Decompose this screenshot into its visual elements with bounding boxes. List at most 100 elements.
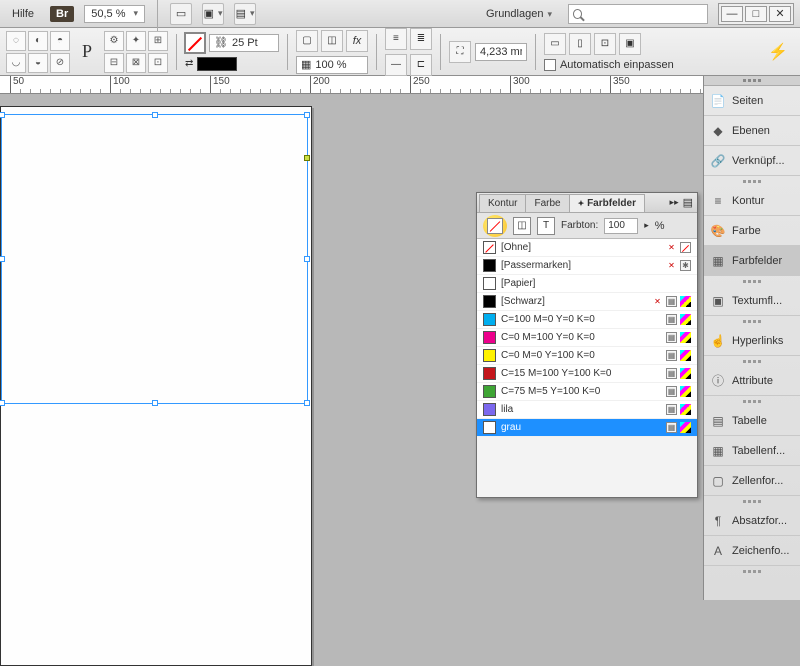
panel-button-kontur[interactable]: ≡Kontur — [704, 186, 800, 216]
swatch-name: [Passermarken] — [501, 260, 661, 271]
search-input[interactable] — [586, 8, 703, 20]
view-options-button[interactable]: ▭ — [170, 3, 192, 25]
opacity-field[interactable]: ▦ — [296, 56, 368, 74]
handle[interactable] — [304, 256, 310, 262]
swatch-row[interactable]: C=0 M=0 Y=100 K=0▦ — [477, 347, 697, 365]
panel-button-tabellenf[interactable]: ▦Tabellenf... — [704, 436, 800, 466]
help-menu[interactable]: Hilfe — [6, 6, 40, 22]
tool-icon[interactable]: ⊘ — [50, 53, 70, 73]
crop-button[interactable]: ⛶ — [449, 41, 471, 63]
tool-icon[interactable]: ◒ — [28, 53, 48, 73]
tool-icon[interactable]: ◡ — [6, 53, 26, 73]
handle[interactable] — [0, 256, 5, 262]
dimension-field[interactable] — [475, 43, 527, 61]
reference-point[interactable] — [304, 155, 310, 161]
wrap-button[interactable]: — — [385, 54, 407, 76]
tool-icon[interactable]: ✦ — [126, 31, 146, 51]
paragraph-icon[interactable]: P — [82, 41, 92, 62]
tool-icon[interactable]: ◐ — [28, 31, 48, 51]
swatch-row[interactable]: C=0 M=100 Y=0 K=0▦ — [477, 329, 697, 347]
fill-swatch[interactable] — [197, 57, 237, 71]
swatch-row[interactable]: C=75 M=5 Y=100 K=0▦ — [477, 383, 697, 401]
align-button[interactable]: ≡ — [385, 28, 407, 50]
tab-farbe[interactable]: Farbe — [525, 194, 569, 212]
swatch-row[interactable]: C=15 M=100 Y=100 K=0▦ — [477, 365, 697, 383]
maximize-button[interactable]: □ — [745, 6, 767, 22]
handle[interactable] — [304, 400, 310, 406]
handle[interactable] — [152, 400, 158, 406]
swatch-row[interactable]: [Ohne]✕ — [477, 239, 697, 257]
effect-button[interactable]: ◫ — [321, 30, 343, 52]
panel-button-ebenen[interactable]: ◆Ebenen — [704, 116, 800, 146]
align-button[interactable]: ≣ — [410, 28, 432, 50]
handle[interactable] — [304, 112, 310, 118]
workspace-switcher[interactable]: Grundlagen — [480, 6, 558, 22]
panel-button-zellenfor[interactable]: ▢Zellenfor... — [704, 466, 800, 496]
fit-button[interactable]: ▭ — [544, 33, 566, 55]
fit-button[interactable]: ⊡ — [594, 33, 616, 55]
tool-icon[interactable]: ⚙ — [104, 31, 124, 51]
fit-button[interactable]: ▯ — [569, 33, 591, 55]
fill-toggle[interactable]: ◫ — [513, 217, 531, 235]
fit-button[interactable]: ▣ — [619, 33, 641, 55]
tint-value[interactable]: 100 — [604, 218, 638, 234]
quick-apply-icon[interactable]: ⚡ — [768, 42, 788, 62]
swatch-name: C=75 M=5 Y=100 K=0 — [501, 386, 661, 397]
dimension-input[interactable] — [480, 46, 522, 58]
swatch-row[interactable]: [Schwarz]✕▦ — [477, 293, 697, 311]
tool-icon[interactable]: ◓ — [50, 31, 70, 51]
handle[interactable] — [152, 112, 158, 118]
opacity-input[interactable] — [315, 59, 357, 71]
handle[interactable] — [0, 400, 5, 406]
fx-button[interactable]: fx — [346, 30, 368, 52]
swatch-row[interactable]: grau▦ — [477, 419, 697, 437]
stroke-weight-input[interactable] — [232, 37, 274, 49]
autofit-checkbox[interactable]: Automatisch einpassen — [544, 59, 674, 71]
wrap-button[interactable]: ⊏ — [410, 54, 432, 76]
panel-menu-icon[interactable]: ▤ — [683, 196, 693, 209]
tool-icon[interactable]: ⊠ — [126, 53, 146, 73]
opacity-icon: ▦ — [301, 58, 311, 71]
swatch-row[interactable]: lila▦ — [477, 401, 697, 419]
swap-icon[interactable]: ⇄ — [185, 58, 193, 69]
swatch-row[interactable]: [Papier] — [477, 275, 697, 293]
swatch-list[interactable]: [Ohne]✕[Passermarken]✕✱[Papier][Schwarz]… — [477, 239, 697, 437]
bridge-button[interactable]: Br — [50, 6, 74, 22]
panel-button-seiten[interactable]: 📄Seiten — [704, 86, 800, 116]
tool-icon[interactable]: ◌ — [6, 31, 26, 51]
stroke-swatch[interactable] — [185, 33, 205, 53]
close-button[interactable]: ✕ — [769, 6, 791, 22]
panel-collapse-icon[interactable]: ▸▸ — [670, 197, 679, 208]
arrange-button[interactable]: ▤ — [234, 3, 256, 25]
minimize-button[interactable]: — — [721, 6, 743, 22]
panel-button-verknpf[interactable]: 🔗Verknüpf... — [704, 146, 800, 176]
panel-button-absatzfor[interactable]: ¶Absatzfor... — [704, 506, 800, 536]
effect-button[interactable]: ▢ — [296, 30, 318, 52]
tint-slider-icon[interactable]: ▸ — [644, 220, 649, 231]
swatch-row[interactable]: C=100 M=0 Y=0 K=0▦ — [477, 311, 697, 329]
handle[interactable] — [0, 112, 5, 118]
selected-frame[interactable] — [1, 114, 308, 404]
text-toggle[interactable]: T — [537, 217, 555, 235]
panel-button-tabelle[interactable]: ▤Tabelle — [704, 406, 800, 436]
panel-button-attribute[interactable]: ⓘAttribute — [704, 366, 800, 396]
search-field[interactable] — [568, 4, 708, 24]
panel-button-textumfl[interactable]: ▣Textumfl... — [704, 286, 800, 316]
swatch-row[interactable]: [Passermarken]✕✱ — [477, 257, 697, 275]
panel-button-farbe[interactable]: 🎨Farbe — [704, 216, 800, 246]
process-icon: ▦ — [666, 332, 677, 343]
horizontal-ruler[interactable]: 50100150200250300350 — [0, 76, 703, 94]
screen-mode-button[interactable]: ▣ — [202, 3, 224, 25]
tab-kontur[interactable]: Kontur — [479, 194, 526, 212]
tool-icon[interactable]: ⊞ — [148, 31, 168, 51]
stroke-weight-field[interactable]: ⛓ — [209, 34, 279, 52]
tab-farbfelder[interactable]: ✦ Farbfelder — [569, 194, 645, 212]
swatches-panel[interactable]: KonturFarbe✦ Farbfelder▸▸▤ ◫ T Farbton: … — [476, 192, 698, 498]
tool-icon[interactable]: ⊟ — [104, 53, 124, 73]
zoom-dropdown[interactable]: 50,5 % — [84, 5, 145, 23]
panel-button-zeichenfo[interactable]: AZeichenfo... — [704, 536, 800, 566]
panel-button-farbfelder[interactable]: ▦Farbfelder — [704, 246, 800, 276]
page[interactable] — [0, 106, 312, 666]
panel-button-hyperlinks[interactable]: ☝Hyperlinks — [704, 326, 800, 356]
tool-icon[interactable]: ⊡ — [148, 53, 168, 73]
